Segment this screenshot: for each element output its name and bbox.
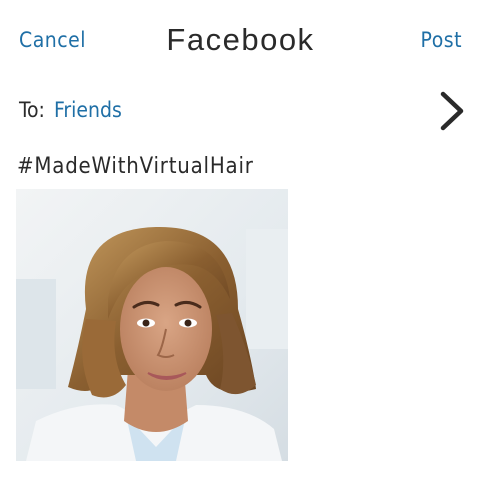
- audience-value: Friends: [54, 98, 122, 122]
- audience-label: To:: [19, 98, 45, 122]
- post-photo: [16, 189, 288, 461]
- facebook-share-screen: Cancel Facebook Post To: Friends #MadeWi…: [0, 0, 481, 481]
- woman-portrait-image: [16, 189, 288, 461]
- chevron-right-icon[interactable]: [437, 88, 467, 134]
- audience-selector[interactable]: To: Friends: [0, 88, 481, 136]
- post-button[interactable]: Post: [421, 28, 462, 52]
- post-caption[interactable]: #MadeWithVirtualHair: [17, 154, 254, 179]
- page-title: Facebook: [166, 22, 315, 57]
